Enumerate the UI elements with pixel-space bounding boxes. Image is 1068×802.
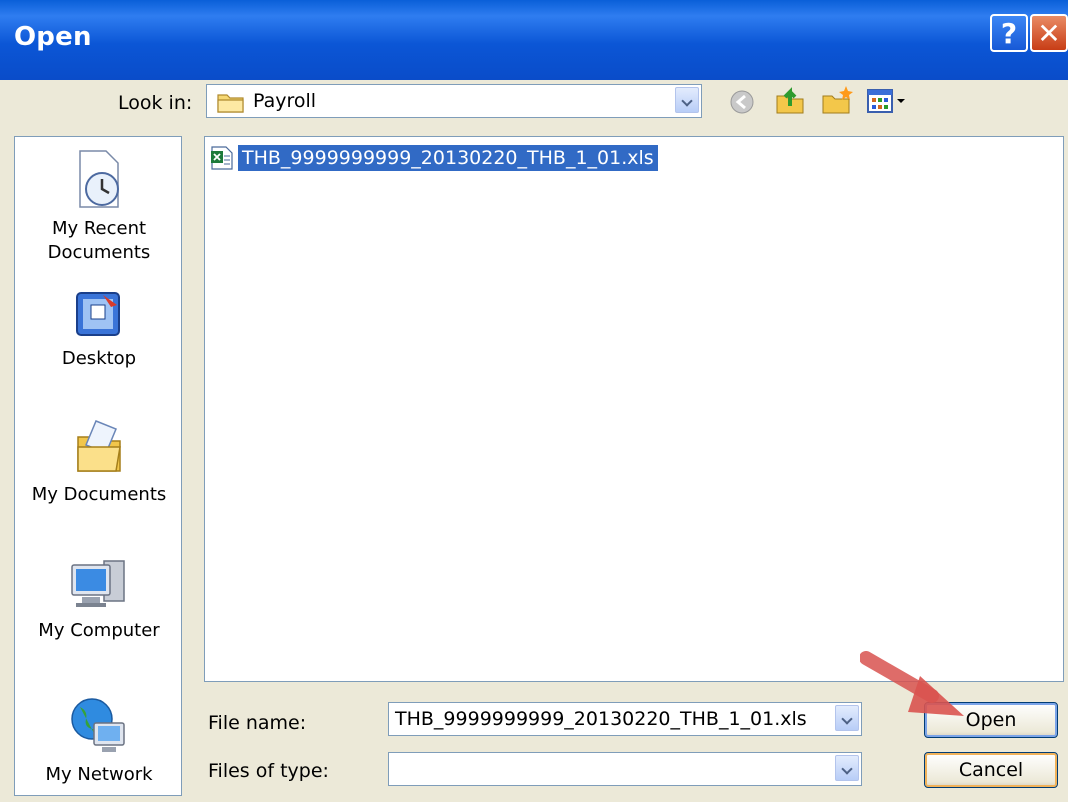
my-computer-icon	[71, 560, 125, 607]
dialog-title: Open	[14, 22, 92, 52]
desktop-icon	[76, 292, 120, 336]
places-bar: My Recent Documents Desktop My Documents	[14, 136, 182, 796]
look-in-label: Look in:	[118, 92, 193, 114]
close-button[interactable]: ✕	[1030, 14, 1068, 52]
file-type-dropdown[interactable]	[388, 752, 862, 786]
recent-documents-icon	[79, 150, 119, 208]
help-button[interactable]: ?	[990, 14, 1028, 52]
file-name-value: THB_9999999999_20130220_THB_1_01.xls	[395, 708, 807, 730]
file-name-field[interactable]: THB_9999999999_20130220_THB_1_01.xls	[388, 702, 862, 736]
place-my-computer[interactable]: My Computer	[15, 555, 183, 643]
file-type-chevron-down-icon[interactable]	[835, 755, 859, 781]
place-label: My Recent Documents	[47, 218, 151, 263]
excel-file-icon	[211, 146, 233, 170]
new-folder-icon[interactable]	[820, 84, 854, 116]
file-name-chevron-down-icon[interactable]	[835, 705, 859, 731]
title-bar[interactable]: Open ? ✕	[0, 0, 1068, 80]
up-folder-icon[interactable]	[774, 84, 806, 116]
look-in-dropdown[interactable]: Payroll	[206, 84, 702, 118]
place-label: My Documents	[31, 484, 167, 505]
look-in-chevron-down-icon[interactable]	[675, 87, 699, 113]
place-my-network[interactable]: My Network	[15, 693, 183, 787]
place-my-recent-documents[interactable]: My Recent Documents	[15, 149, 183, 265]
look-in-value: Payroll	[253, 90, 317, 112]
my-documents-icon	[77, 420, 121, 472]
folder-icon	[217, 94, 244, 113]
cancel-button[interactable]: Cancel	[924, 752, 1058, 788]
place-label: My Network	[45, 764, 153, 785]
file-list[interactable]: THB_9999999999_20130220_THB_1_01.xls	[204, 136, 1064, 682]
views-menu-icon[interactable]	[866, 88, 908, 114]
open-dialog: Open ? ✕ Look in: Payroll My Recent Docu…	[0, 0, 1068, 802]
place-my-documents[interactable]: My Documents	[15, 417, 183, 507]
place-label: My Computer	[38, 620, 160, 641]
place-label: Desktop	[61, 348, 137, 369]
file-list-item[interactable]: THB_9999999999_20130220_THB_1_01.xls	[209, 143, 658, 173]
file-name-field-label: File name:	[208, 712, 307, 734]
annotation-arrow-icon	[860, 651, 964, 716]
file-name-label: THB_9999999999_20130220_THB_1_01.xls	[238, 145, 658, 171]
back-icon[interactable]	[728, 88, 756, 116]
file-type-label: Files of type:	[208, 760, 329, 782]
my-network-icon	[71, 698, 125, 752]
place-desktop[interactable]: Desktop	[15, 287, 183, 371]
